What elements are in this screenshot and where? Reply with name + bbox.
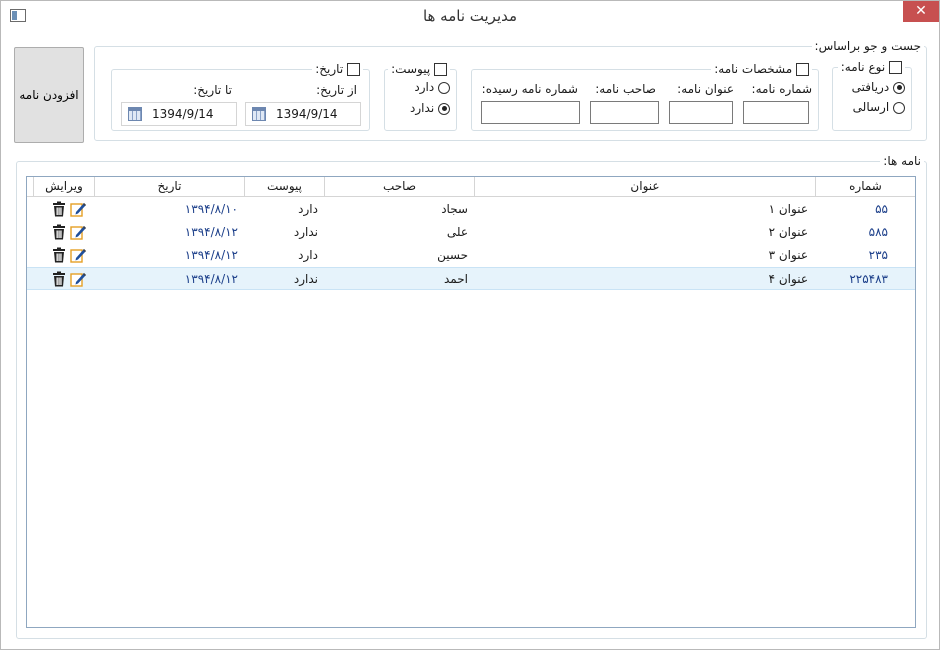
cell-title: عنوان ۳	[768, 248, 808, 262]
cell-attachment: ندارد	[293, 272, 318, 286]
letter-type-label: نوع نامه:	[840, 60, 886, 74]
search-group-legend: جست و جو براساس:	[811, 39, 924, 53]
sent-radio[interactable]	[893, 101, 905, 114]
column-header-edit[interactable]: ویرایش	[33, 177, 94, 197]
edit-pencil-icon[interactable]	[70, 224, 86, 240]
received-radio[interactable]	[893, 81, 905, 94]
from-date-label: از تاریخ:	[316, 83, 357, 97]
letters-legend: نامه ها:	[880, 154, 924, 168]
letter-type-checkbox[interactable]	[889, 61, 902, 74]
delete-trash-icon[interactable]	[51, 201, 67, 217]
received-number-input[interactable]	[481, 101, 580, 124]
edit-pencil-icon[interactable]	[70, 201, 86, 217]
sent-label: ارسالی	[852, 100, 890, 114]
letter-title-input[interactable]	[669, 101, 733, 124]
table-row[interactable]: ۵۵ عنوان ۱ سجاد دارد ۱۳۹۴/۸/۱۰	[27, 198, 915, 221]
no-attachment-label: ندارد	[410, 101, 435, 115]
delete-trash-icon[interactable]	[51, 224, 67, 240]
cell-number: ۵۵	[875, 202, 888, 216]
column-header-title[interactable]: عنوان	[474, 177, 815, 197]
attachment-group: پیوست: دارد ندارد	[384, 62, 457, 131]
date-label: تاریخ:	[315, 62, 344, 76]
letter-specs-label: مشخصات نامه:	[714, 62, 793, 76]
has-attachment-label: دارد	[414, 80, 435, 94]
letter-type-group: نوع نامه: دریافتی ارسالی	[832, 60, 912, 131]
cell-owner: احمد	[444, 272, 468, 286]
grid-header: شماره عنوان صاحب پیوست تاریخ ویرایش	[27, 177, 915, 197]
cell-number: ۲۳۵	[868, 248, 888, 262]
date-checkbox[interactable]	[347, 63, 360, 76]
attachment-checkbox[interactable]	[434, 63, 447, 76]
cell-number: ۲۲۵۴۸۳	[849, 272, 888, 286]
to-date-label: تا تاریخ:	[193, 83, 232, 97]
attachment-legend: پیوست:	[388, 62, 450, 76]
letter-specs-checkbox[interactable]	[796, 63, 809, 76]
letter-owner-input[interactable]	[590, 101, 659, 124]
edit-pencil-icon[interactable]	[70, 247, 86, 263]
to-date-picker[interactable]: 1394/9/14	[121, 102, 237, 126]
letter-specs-legend: مشخصات نامه:	[711, 62, 812, 76]
no-attachment-radio[interactable]	[438, 102, 450, 115]
table-row[interactable]: ۲۳۵ عنوان ۳ حسین دارد ۱۳۹۴/۸/۱۲	[27, 244, 915, 267]
letter-owner-label: صاحب نامه:	[595, 82, 656, 96]
received-radio-option[interactable]: دریافتی	[852, 80, 905, 94]
cell-date: ۱۳۹۴/۸/۱۲	[184, 248, 238, 262]
cell-attachment: دارد	[298, 202, 318, 216]
column-header-owner[interactable]: صاحب	[324, 177, 474, 197]
no-attachment-option[interactable]: ندارد	[410, 101, 450, 115]
received-label: دریافتی	[851, 80, 890, 94]
close-icon: ✕	[915, 3, 927, 19]
cell-owner: سجاد	[441, 202, 468, 216]
cell-date: ۱۳۹۴/۸/۱۲	[184, 225, 238, 239]
cell-attachment: دارد	[298, 248, 318, 262]
cell-owner: علی	[446, 225, 468, 239]
attachment-label: پیوست:	[391, 62, 431, 76]
letter-title-label: عنوان نامه:	[677, 82, 734, 96]
to-date-value: 1394/9/14	[152, 107, 214, 121]
column-header-number[interactable]: شماره	[815, 177, 915, 197]
delete-trash-icon[interactable]	[51, 247, 67, 263]
column-header-attachment[interactable]: پیوست	[244, 177, 324, 197]
cell-title: عنوان ۲	[768, 225, 808, 239]
date-legend: تاریخ:	[312, 62, 363, 76]
cell-title: عنوان ۴	[768, 272, 808, 286]
delete-trash-icon[interactable]	[51, 271, 67, 287]
add-letter-button[interactable]: افزودن نامه	[14, 47, 84, 143]
window-title: مدیریت نامه ها	[422, 7, 518, 25]
has-attachment-radio[interactable]	[438, 81, 450, 94]
cell-date: ۱۳۹۴/۸/۱۰	[184, 202, 238, 216]
cell-date: ۱۳۹۴/۸/۱۲	[184, 272, 238, 286]
letter-number-label: شماره نامه:	[751, 82, 812, 96]
table-row[interactable]: ۵۸۵ عنوان ۲ علی ندارد ۱۳۹۴/۸/۱۲	[27, 221, 915, 244]
main-window: مدیریت نامه ها ✕ افزودن نامه جست و جو بر…	[0, 0, 940, 650]
title-bar: مدیریت نامه ها ✕	[1, 1, 939, 31]
edit-pencil-icon[interactable]	[70, 271, 86, 287]
cell-title: عنوان ۱	[768, 202, 808, 216]
sent-radio-option[interactable]: ارسالی	[853, 100, 905, 114]
has-attachment-option[interactable]: دارد	[414, 80, 450, 94]
calendar-icon[interactable]	[252, 107, 266, 121]
letter-type-legend: نوع نامه:	[837, 60, 905, 74]
table-row[interactable]: ۲۲۵۴۸۳ عنوان ۴ احمد ندارد ۱۳۹۴/۸/۱۲	[27, 267, 915, 290]
from-date-picker[interactable]: 1394/9/14	[245, 102, 361, 126]
calendar-icon[interactable]	[128, 107, 142, 121]
date-group: تاریخ: از تاریخ: تا تاریخ: 1394/9/14 139…	[111, 62, 370, 131]
column-header-date[interactable]: تاریخ	[94, 177, 244, 197]
received-number-label: شماره نامه رسیده:	[481, 82, 578, 96]
letters-grid[interactable]: شماره عنوان صاحب پیوست تاریخ ویرایش ۵۵ ع…	[26, 176, 916, 628]
letter-number-input[interactable]	[743, 101, 809, 124]
cell-attachment: ندارد	[293, 225, 318, 239]
close-button[interactable]: ✕	[903, 1, 939, 22]
cell-number: ۵۸۵	[868, 225, 888, 239]
letter-specs-group: مشخصات نامه: شماره نامه: عنوان نامه: صاح…	[471, 62, 819, 131]
search-group: جست و جو براساس: نوع نامه: دریافتی ارسال…	[94, 39, 927, 141]
from-date-value: 1394/9/14	[276, 107, 338, 121]
cell-owner: حسین	[437, 248, 468, 262]
